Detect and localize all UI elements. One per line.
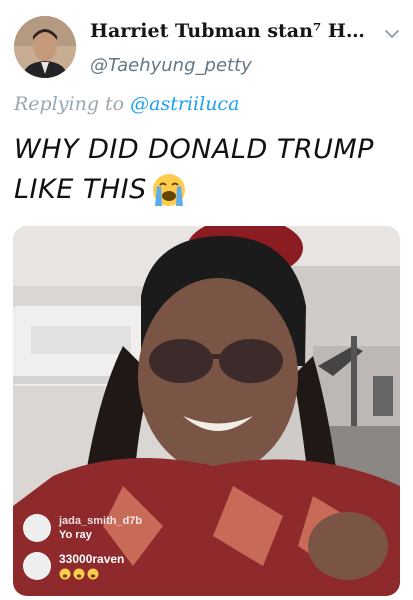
- author-avatar-image: [14, 16, 76, 78]
- tweet-text-line-1: WHY DID DONALD TRUMP: [14, 134, 374, 165]
- crying-emoji-row: [59, 568, 124, 580]
- crying-face-icon: [59, 568, 71, 580]
- author-display-name[interactable]: Harriet Tubman stan⁷ Hwa...: [90, 20, 375, 42]
- author-handle[interactable]: @Taehyung_petty: [90, 55, 252, 76]
- tweet-text-line-2: LIKE THIS: [14, 174, 147, 205]
- live-comment: 33000raven: [23, 552, 124, 580]
- replying-to-label: Replying to: [14, 93, 125, 115]
- tweet-text: WHY DID DONALD TRUMP LIKE THIS: [14, 130, 404, 210]
- replying-to-line: Replying to @astriiluca: [14, 93, 239, 115]
- loudly-crying-face-icon: [152, 174, 185, 206]
- comment-username: jada_smith_d7b: [59, 515, 143, 527]
- author-avatar[interactable]: [14, 16, 76, 78]
- video-thumbnail[interactable]: jada_smith_d7b Yo ray 33000raven: [13, 226, 400, 596]
- avatar: [23, 552, 51, 580]
- comment-username: 33000raven: [59, 552, 125, 566]
- live-comment: jada_smith_d7b Yo ray: [23, 514, 142, 542]
- chevron-down-icon[interactable]: [383, 27, 401, 41]
- crying-face-icon: [73, 568, 85, 580]
- avatar: [23, 514, 51, 542]
- replying-to-handle-link[interactable]: @astriiluca: [130, 93, 239, 115]
- comment-text: Yo ray: [59, 529, 92, 541]
- crying-face-icon: [87, 568, 99, 580]
